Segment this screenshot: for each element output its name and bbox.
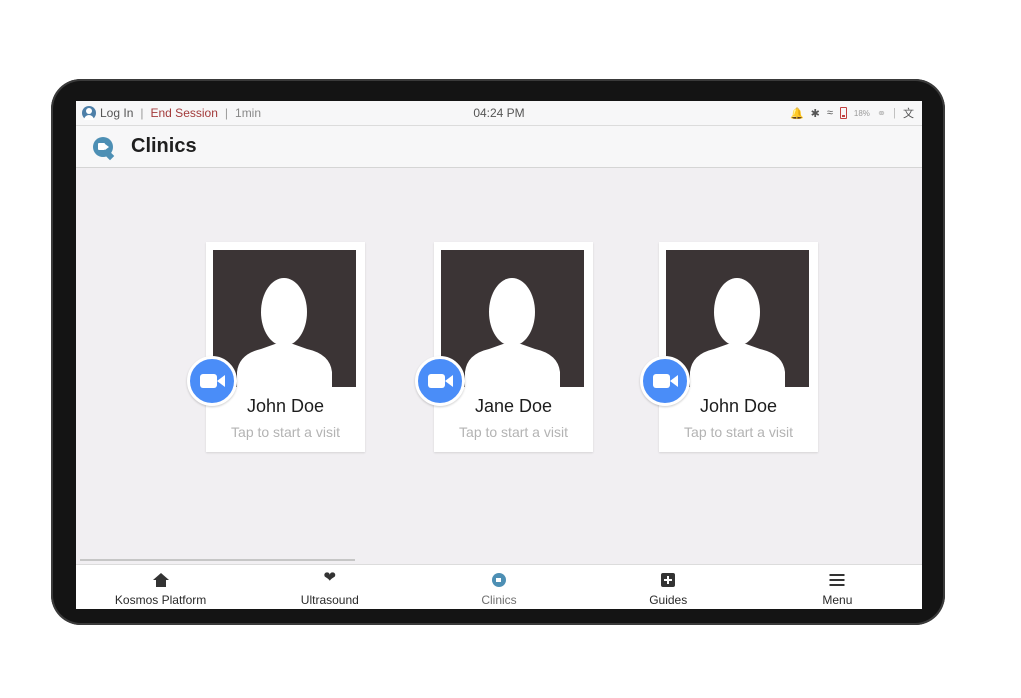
clinic-name: John Doe <box>699 396 778 416</box>
translate-icon[interactable]: 文 <box>903 105 914 121</box>
nav-item-ultrasound[interactable]: ❤ Ultrasound <box>245 565 414 609</box>
bell-icon: 🔔 <box>789 107 804 120</box>
clinic-card-john-doe-1[interactable]: John Doe Tap to start a visit <box>187 242 365 452</box>
status-separator: | <box>140 106 144 120</box>
end-session-button[interactable]: End Session <box>151 106 218 120</box>
clinic-name: John Doe <box>246 396 325 416</box>
clinics-video-chat-icon <box>93 137 115 161</box>
start-visit-hint: Tap to start a visit <box>459 424 568 440</box>
nav-label: Guides <box>649 593 688 607</box>
status-separator: | <box>224 106 229 120</box>
hamburger-menu-icon <box>829 574 845 586</box>
status-bar: Log In | End Session | 1min 04:24 PM 🔔 ✱… <box>76 101 922 126</box>
bottom-navigation: Kosmos Platform ❤ Ultrasound Clinics Gui… <box>76 564 922 609</box>
plus-box-icon <box>661 573 676 587</box>
nav-label: Menu <box>822 593 853 607</box>
avatar-placeholder <box>441 250 584 387</box>
app-screen: Log In | End Session | 1min 04:24 PM 🔔 ✱… <box>76 101 922 609</box>
bluetooth-icon: ✱ <box>810 107 820 120</box>
status-separator-right: | <box>893 107 896 119</box>
avatar-placeholder <box>213 250 356 387</box>
user-icon[interactable] <box>82 106 96 120</box>
session-duration: 1min <box>235 106 262 120</box>
avatar-placeholder <box>666 250 809 387</box>
battery-icon <box>839 107 847 119</box>
nav-item-kosmos-platform[interactable]: Kosmos Platform <box>76 565 245 609</box>
nav-item-clinics[interactable]: Clinics <box>414 565 583 609</box>
page-header: Clinics <box>76 126 922 168</box>
clinic-name: Jane Doe <box>474 396 553 416</box>
clinic-card-jane-doe[interactable]: Jane Doe Tap to start a visit <box>415 242 593 452</box>
wifi-icon: ≈ <box>826 107 833 119</box>
clinic-card-john-doe-2[interactable]: John Doe Tap to start a visit <box>640 242 818 452</box>
login-link[interactable]: Log In <box>100 106 133 120</box>
nav-label: Ultrasound <box>300 593 359 607</box>
scroll-indicator <box>80 559 355 561</box>
page-title: Clinics <box>131 135 197 157</box>
nav-label: Kosmos Platform <box>114 593 207 607</box>
nav-item-guides[interactable]: Guides <box>584 565 753 609</box>
home-icon <box>152 573 169 587</box>
nav-label: Clinics <box>481 593 517 607</box>
mic-muted-icon: ⚭ <box>876 107 887 120</box>
battery-percent: 18% <box>853 108 870 118</box>
start-visit-hint: Tap to start a visit <box>231 424 340 440</box>
start-visit-hint: Tap to start a visit <box>684 424 793 440</box>
clinics-chat-icon <box>492 573 506 587</box>
heart-pulse-icon: ❤ <box>323 569 337 586</box>
nav-item-menu[interactable]: Menu <box>753 565 922 609</box>
